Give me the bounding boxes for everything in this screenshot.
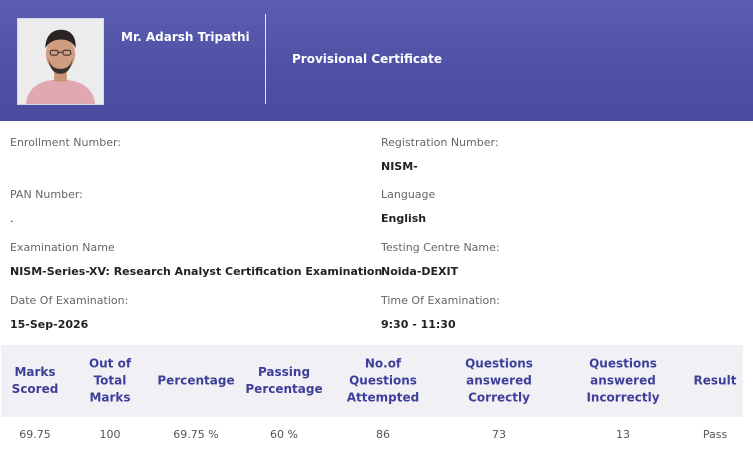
header-percentage: Percentage xyxy=(157,373,235,388)
value-passing-percentage: 60 % xyxy=(270,428,298,441)
enrollment-number-value xyxy=(10,160,121,174)
registration-number-label: Registration Number: xyxy=(381,136,499,149)
exam-time-value: 9:30 - 11:30 xyxy=(381,318,456,331)
exam-date-label: Date Of Examination: xyxy=(10,294,129,307)
testing-centre-label: Testing Centre Name: xyxy=(381,241,500,254)
testing-centre-field: Testing Centre Name: Noida-DEXIT xyxy=(381,241,500,279)
exam-time-field: Time Of Examination: 9:30 - 11:30 xyxy=(381,294,500,332)
language-label: Language xyxy=(381,188,436,201)
pan-number-field: PAN Number: . xyxy=(10,188,83,226)
language-value: English xyxy=(381,212,427,225)
value-marks-scored: 69.75 xyxy=(19,428,51,441)
header-marks-scored: Marks Scored xyxy=(11,365,59,396)
registration-number-value: NISM- xyxy=(381,160,418,173)
enrollment-number-field: Enrollment Number: xyxy=(10,136,121,174)
header-questions-incorrect: Questions answered Incorrectly xyxy=(586,356,660,405)
exam-time-label: Time Of Examination: xyxy=(381,294,500,307)
certificate-title: Provisional Certificate xyxy=(292,52,443,66)
value-total-marks: 100 xyxy=(99,428,121,441)
header-divider xyxy=(265,14,266,104)
avatar-icon xyxy=(18,19,103,104)
value-questions-correct: 73 xyxy=(492,428,506,441)
value-questions-incorrect: 13 xyxy=(616,428,630,441)
results-table: Marks Scored Out of Total Marks Percenta… xyxy=(1,345,743,453)
registration-number-field: Registration Number: NISM- xyxy=(381,136,499,174)
language-field: Language English xyxy=(381,188,435,226)
candidate-photo xyxy=(17,18,104,105)
header-passing-percentage: Passing Percentage xyxy=(245,365,323,396)
header-total-marks: Out of Total Marks xyxy=(88,356,132,405)
exam-date-field: Date Of Examination: 15-Sep-2026 xyxy=(10,294,128,332)
header-questions-correct: Questions answered Correctly xyxy=(465,356,533,405)
enrollment-number-label: Enrollment Number: xyxy=(10,136,122,149)
exam-date-value: 15-Sep-2026 xyxy=(10,318,89,331)
value-questions-attempted: 86 xyxy=(376,428,390,441)
header-questions-attempted: No.of Questions Attempted xyxy=(346,356,420,405)
value-percentage: 69.75 % xyxy=(173,428,219,441)
testing-centre-value: Noida-DEXIT xyxy=(381,265,459,278)
pan-number-label: PAN Number: xyxy=(10,188,83,201)
header-result: Result xyxy=(693,373,737,388)
pan-number-value: . xyxy=(10,212,14,225)
examination-name-value: NISM-Series-XV: Research Analyst Certifi… xyxy=(10,265,383,278)
candidate-name: Mr. Adarsh Tripathi xyxy=(121,30,250,44)
examination-name-field: Examination Name NISM-Series-XV: Researc… xyxy=(10,241,382,279)
examination-name-label: Examination Name xyxy=(10,241,115,254)
certificate-header: Mr. Adarsh Tripathi Provisional Certific… xyxy=(0,0,753,121)
value-result: Pass xyxy=(702,428,728,441)
